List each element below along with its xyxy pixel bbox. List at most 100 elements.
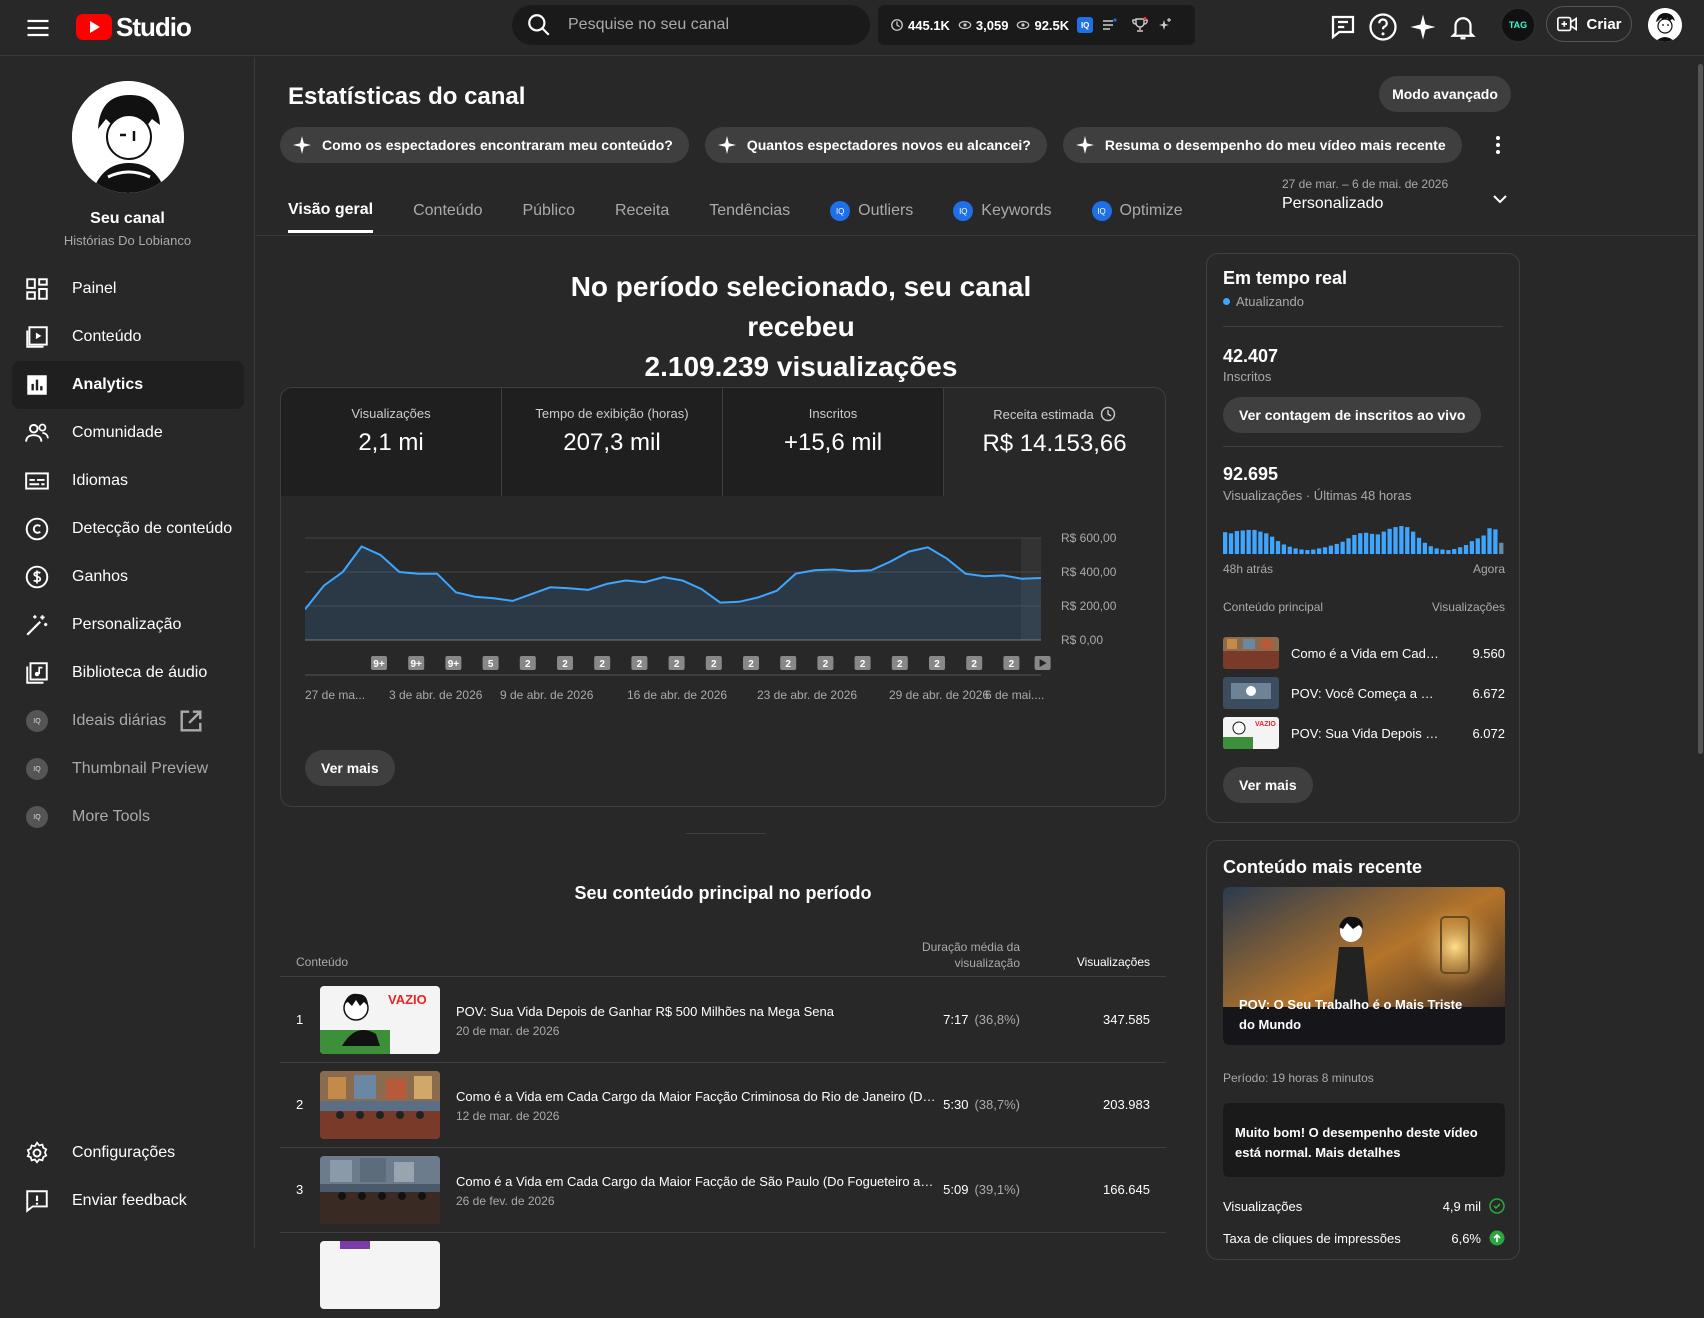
tab-content[interactable]: Conteúdo xyxy=(413,189,482,233)
video-thumbnail[interactable] xyxy=(320,1071,440,1139)
vidiq-logo-icon[interactable]: IQ xyxy=(1077,17,1094,33)
sparkle-icon[interactable] xyxy=(1408,12,1438,42)
ext-stat-views-2: 92.5K xyxy=(1016,18,1069,33)
sidebar-item-analytics[interactable]: Analytics xyxy=(12,361,244,409)
search-icon[interactable] xyxy=(526,12,552,38)
realtime-views-label: Visualizações · Últimas 48 horas xyxy=(1223,488,1412,503)
table-row[interactable]: 3 Como é a Vida em Cada Cargo da Maior F… xyxy=(280,1148,1166,1233)
suggestion-chip[interactable]: Resuma o desempenho do meu vídeo mais re… xyxy=(1062,127,1462,163)
sidebar-item-dashboard[interactable]: Painel xyxy=(12,265,244,313)
chevron-down-icon[interactable] xyxy=(1488,187,1512,211)
sidebar-item-label: Biblioteca de áudio xyxy=(72,664,208,681)
realtime-bar xyxy=(1252,529,1257,554)
ext-stat-value: 92.5K xyxy=(1034,17,1070,33)
recent-video-thumbnail[interactable]: POV: O Seu Trabalho é o Mais Triste do M… xyxy=(1223,887,1505,1045)
realtime-bar xyxy=(1305,550,1310,554)
menu-icon[interactable] xyxy=(24,14,52,42)
revenue-chart: R$ 600,00 R$ 400,00 R$ 200,00 R$ 0,00 9+ 9+ 9+… xyxy=(305,528,1145,728)
list-icon[interactable] xyxy=(1101,17,1117,33)
create-button[interactable]: Criar xyxy=(1546,6,1632,42)
chart-x-tick-label: 6 de mai.... xyxy=(985,688,1044,702)
feedback-chat-icon[interactable] xyxy=(1328,12,1358,42)
list-item[interactable]: VAZIO POV: Sua Vida Depois de Ganhar 6.0… xyxy=(1223,717,1505,749)
tab-revenue[interactable]: Receita xyxy=(615,189,669,233)
chart-marker-label: 2 xyxy=(637,659,643,670)
list-item[interactable]: Como é a Vida em Cada Cargo 9.560 xyxy=(1223,637,1505,669)
video-thumbnail[interactable] xyxy=(320,1156,440,1224)
sidebar-item-send-feedback[interactable]: Enviar feedback xyxy=(12,1177,244,1225)
vidiq-ext-icon: IQ xyxy=(26,758,48,780)
sidebar-item-settings[interactable]: Configurações xyxy=(12,1129,244,1177)
sidebar-item-more-tools[interactable]: IQ More Tools xyxy=(12,793,244,841)
sparkle-add-icon[interactable] xyxy=(1157,17,1173,33)
column-header-line: visualização xyxy=(954,956,1020,970)
tab-keywords[interactable]: IQ Keywords xyxy=(953,189,1052,233)
sidebar-item-earnings[interactable]: Ganhos xyxy=(12,553,244,601)
suggestion-chip[interactable]: Como os espectadores encontraram meu con… xyxy=(280,127,689,163)
realtime-see-more-button[interactable]: Ver mais xyxy=(1223,767,1313,803)
table-row[interactable]: 1 VAZIO POV: Sua Vida Depois de Ganhar R… xyxy=(280,978,1166,1063)
copyright-icon xyxy=(24,516,50,542)
tab-trends[interactable]: Tendências xyxy=(709,189,790,233)
sidebar-item-thumbnail-preview[interactable]: IQ Thumbnail Preview xyxy=(12,745,244,793)
video-thumbnail[interactable]: VAZIO xyxy=(320,986,440,1054)
tab-overview[interactable]: Visão geral xyxy=(288,189,374,233)
extension-avatar[interactable]: TAG xyxy=(1500,7,1536,43)
metric-revenue[interactable]: Receita estimada R$ 14.153,66 xyxy=(944,388,1165,496)
row-avg-duration: 5:30 (38,7%) xyxy=(840,1097,1020,1112)
metric-subscribers[interactable]: Inscritos +15,6 mil xyxy=(723,388,944,496)
sidebar-item-content[interactable]: Conteúdo xyxy=(12,313,244,361)
overview-see-more-button[interactable]: Ver mais xyxy=(305,750,395,786)
date-range-picker[interactable]: 27 de mar. – 6 de mai. de 2026 Personali… xyxy=(1282,177,1482,213)
advanced-mode-button[interactable]: Modo avançado xyxy=(1379,76,1511,112)
video-add-icon xyxy=(1556,13,1578,35)
realtime-bar xyxy=(1428,546,1433,554)
notifications-bell-icon[interactable] xyxy=(1448,12,1478,42)
column-header-views[interactable]: Visualizações xyxy=(1040,955,1150,969)
page-scrollbar-thumb[interactable] xyxy=(1698,64,1703,754)
sidebar-item-daily-ideas[interactable]: IQ Ideais diárias xyxy=(12,697,244,745)
tab-optimize[interactable]: IQ Optimize xyxy=(1091,189,1183,233)
chart-marker-label: 2 xyxy=(860,659,866,670)
account-avatar[interactable] xyxy=(1648,8,1682,42)
list-item-title: POV: Você Começa a Minerar xyxy=(1291,686,1441,701)
realtime-axis: 48h atrás Agora xyxy=(1223,562,1505,576)
realtime-bar xyxy=(1346,538,1351,554)
studio-logo[interactable]: Studio xyxy=(76,10,192,44)
date-range-label: Personalizado xyxy=(1282,195,1384,212)
column-header-avg-duration[interactable]: Duração média da visualização xyxy=(876,939,1020,971)
search-input[interactable] xyxy=(568,16,848,34)
sidebar-nav: Painel Conteúdo Analytics Comunidade Idi… xyxy=(12,265,244,841)
performance-summary[interactable]: Muito bom! O desempenho deste vídeo está… xyxy=(1223,1103,1505,1177)
table-row[interactable] xyxy=(280,1233,1166,1318)
table-row[interactable]: 2 Como é a Vida em Cada Cargo da Maior F… xyxy=(280,1063,1166,1148)
metric-views[interactable]: Visualizações 2,1 mi xyxy=(281,388,502,496)
help-icon[interactable] xyxy=(1368,12,1398,42)
sidebar-item-community[interactable]: Comunidade xyxy=(12,409,244,457)
live-subscriber-count-button[interactable]: Ver contagem de inscritos ao vivo xyxy=(1223,397,1482,433)
realtime-bar xyxy=(1381,531,1386,554)
sidebar-item-customization[interactable]: Personalização xyxy=(12,601,244,649)
sidebar-item-content-detection[interactable]: Detecção de conteúdo xyxy=(12,505,244,553)
channel-avatar[interactable] xyxy=(72,81,184,193)
extension-stats-bar[interactable]: 445.1K 3,059 92.5K IQ xyxy=(878,5,1195,45)
sidebar-item-languages[interactable]: Idiomas xyxy=(12,457,244,505)
list-item[interactable]: POV: Você Começa a Minerar 6.672 xyxy=(1223,677,1505,709)
chart-marker-label: 2 xyxy=(711,659,717,670)
tab-audience[interactable]: Público xyxy=(522,189,574,233)
tab-outliers[interactable]: IQ Outliers xyxy=(830,189,913,233)
video-thumbnail[interactable] xyxy=(320,1241,440,1309)
row-rank: 3 xyxy=(296,1182,304,1197)
metric-watch-time[interactable]: Tempo de exibição (horas) 207,3 mil xyxy=(502,388,723,496)
trophy-icon[interactable] xyxy=(1131,16,1149,34)
sidebar-item-label: Ideais diárias xyxy=(72,712,167,729)
tab-label: Receita xyxy=(614,202,670,219)
sidebar-item-audio-library[interactable]: Biblioteca de áudio xyxy=(12,649,244,697)
list-header-content: Conteúdo principal xyxy=(1223,600,1324,614)
metric-value: 4,9 mil xyxy=(1442,1199,1481,1214)
list-item-title: Como é a Vida em Cada Cargo xyxy=(1291,646,1441,661)
realtime-bar xyxy=(1234,531,1240,554)
suggestion-chip[interactable]: Quantos espectadores novos eu alcancei? xyxy=(704,127,1047,163)
more-vertical-icon[interactable] xyxy=(1486,133,1510,157)
realtime-bar xyxy=(1375,534,1381,554)
